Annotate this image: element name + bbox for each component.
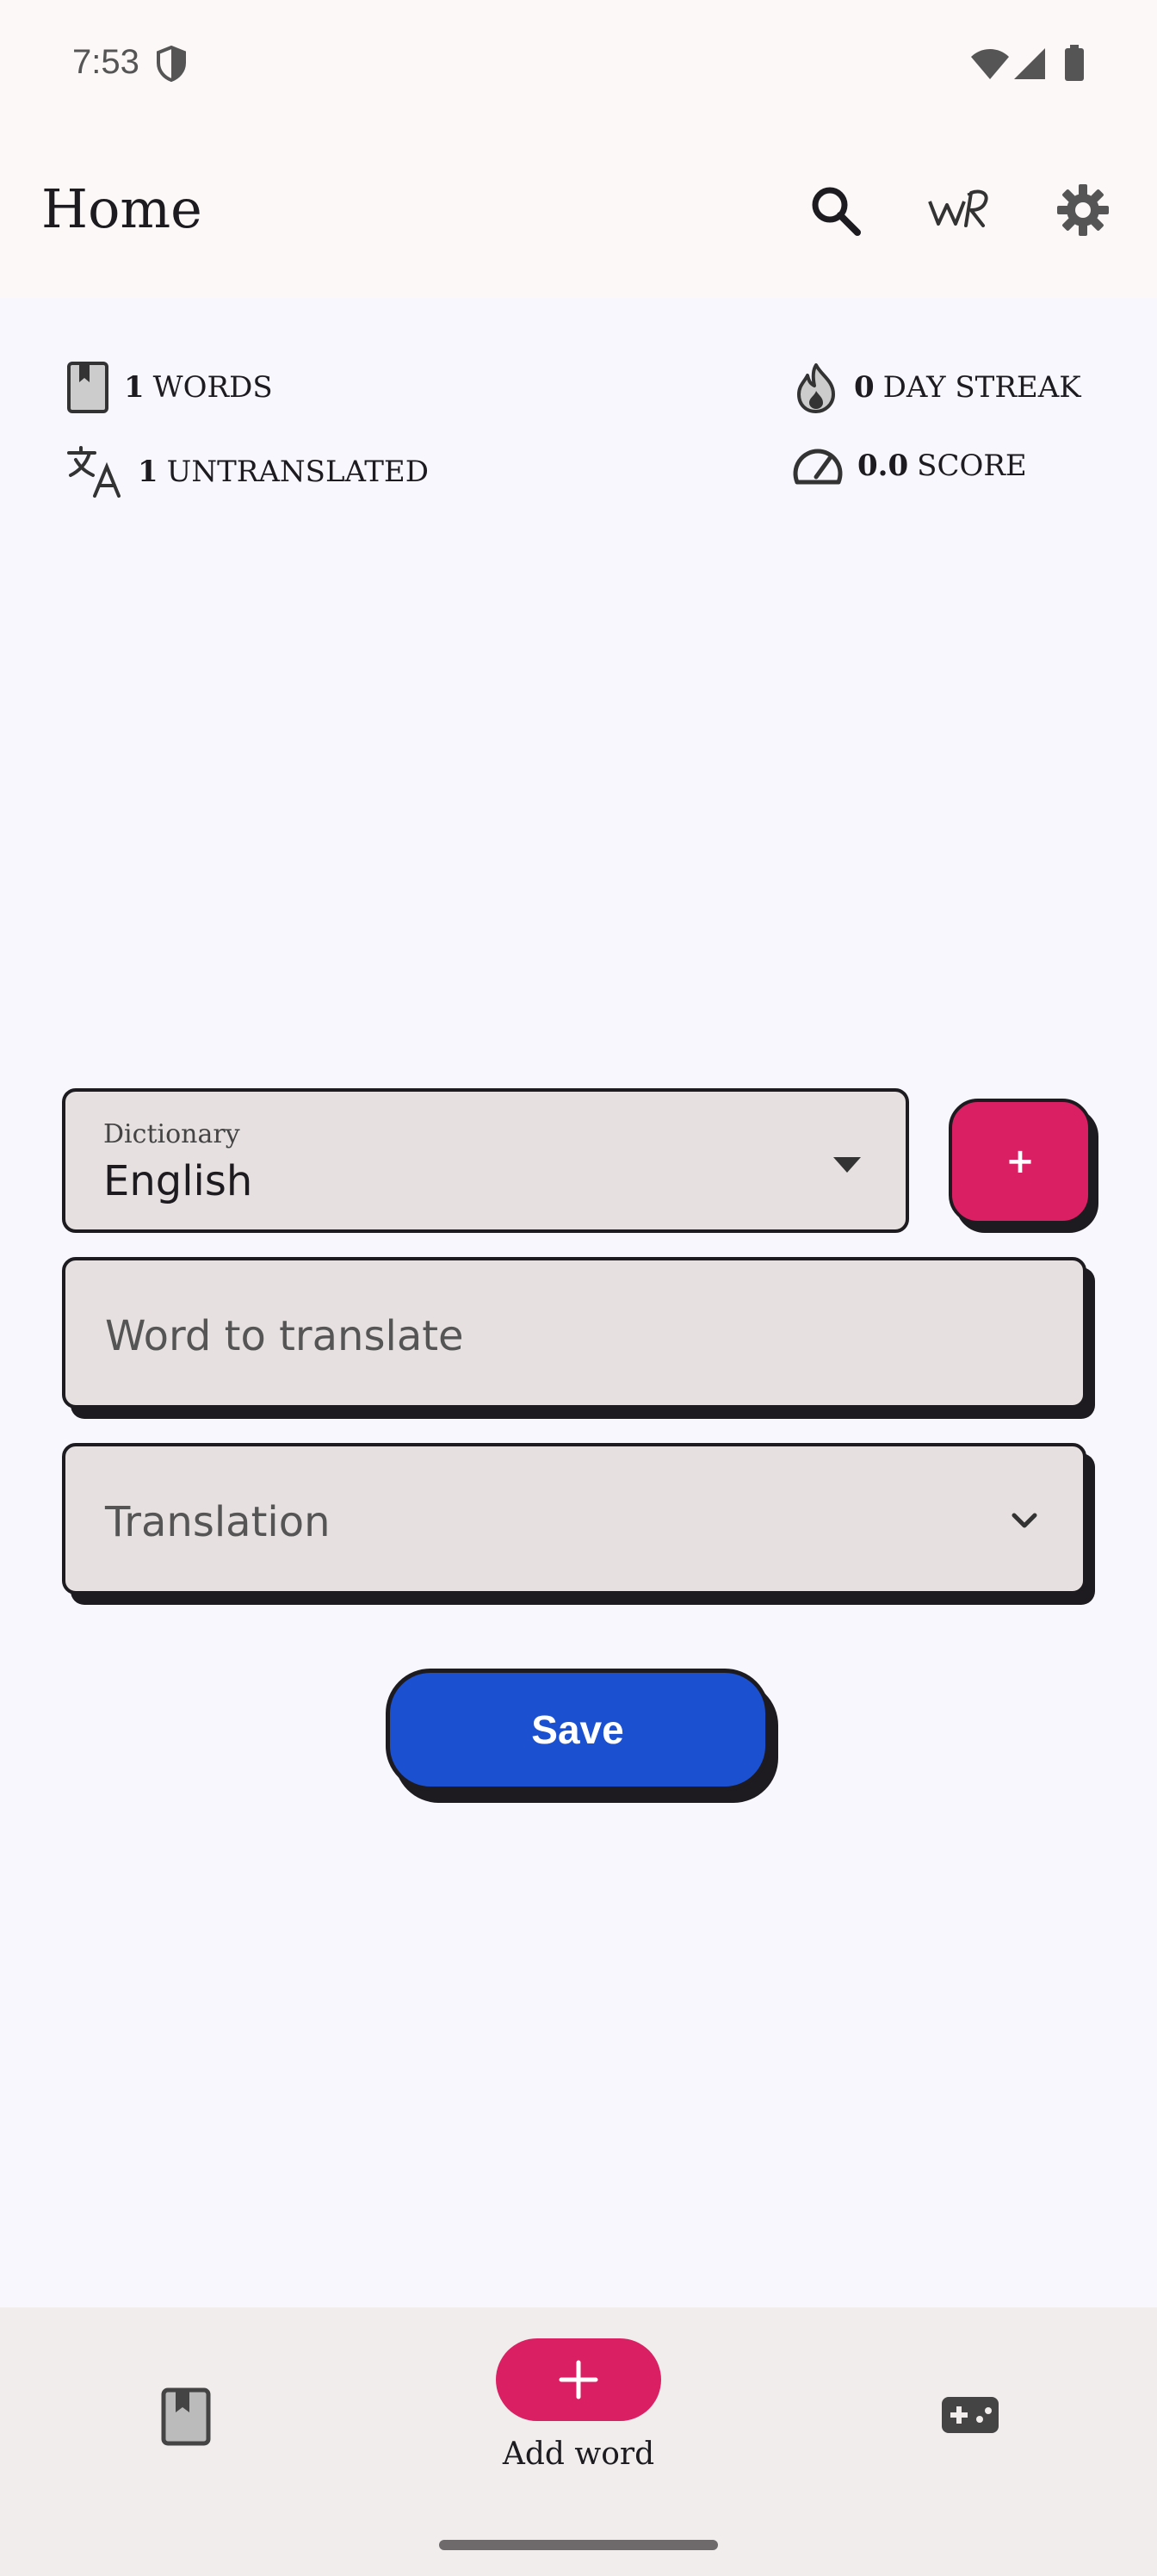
wifi-icon [971,49,1009,79]
stat-score-value: 0.0 [857,449,909,483]
stat-words-label: WORDS [152,370,273,405]
flame-icon [797,363,835,413]
stat-streak-value: 0 [854,370,875,405]
stat-score: 0.0 SCORE [792,444,1027,487]
add-dictionary-button[interactable]: + [949,1099,1092,1224]
word-reference-icon[interactable] [926,186,995,234]
stat-untranslated-value: 1 [138,455,158,489]
stat-streak-label: DAY STREAK [882,370,1081,405]
caret-down-icon [833,1157,861,1173]
add-word-button[interactable] [496,2338,661,2421]
chevron-down-icon[interactable] [1011,1512,1038,1531]
shield-icon [157,45,186,83]
speedometer-icon [793,449,843,485]
stat-streak: 0 DAY STREAK [792,362,1081,413]
dictionary-label: Dictionary [103,1119,240,1149]
gamepad-icon[interactable] [940,2393,1000,2437]
plus-icon [559,2360,598,2400]
stat-words: 1 WORDS [65,362,273,413]
home-indicator[interactable] [439,2540,718,2550]
stat-untranslated: 1 UNTRANSLATED [65,444,429,499]
save-button[interactable]: Save [386,1669,770,1791]
dictionary-select[interactable]: Dictionary English [62,1088,909,1233]
signal-icon [1014,48,1045,79]
translate-icon [67,446,121,498]
status-bar: 7:53 [0,0,1157,129]
search-icon[interactable] [807,183,863,238]
page-title: Home [41,177,202,240]
dictionary-value: English [103,1157,253,1205]
bookmark-book-icon [67,362,108,413]
status-time: 7:53 [72,43,139,81]
stat-score-label: SCORE [917,449,1027,483]
battery-icon [1065,45,1084,81]
app-bar: Home [0,129,1157,298]
stat-untranslated-label: UNTRANSLATED [166,455,429,489]
translation-input-placeholder: Translation [105,1498,331,1546]
word-input[interactable]: Word to translate [62,1257,1086,1409]
gear-icon[interactable] [1055,183,1111,238]
stat-words-value: 1 [124,370,145,405]
translation-input[interactable]: Translation [62,1443,1086,1595]
bottom-navigation: Add word [0,2307,1157,2576]
word-input-placeholder: Word to translate [105,1312,464,1360]
dictionary-book-icon[interactable] [160,2387,212,2447]
